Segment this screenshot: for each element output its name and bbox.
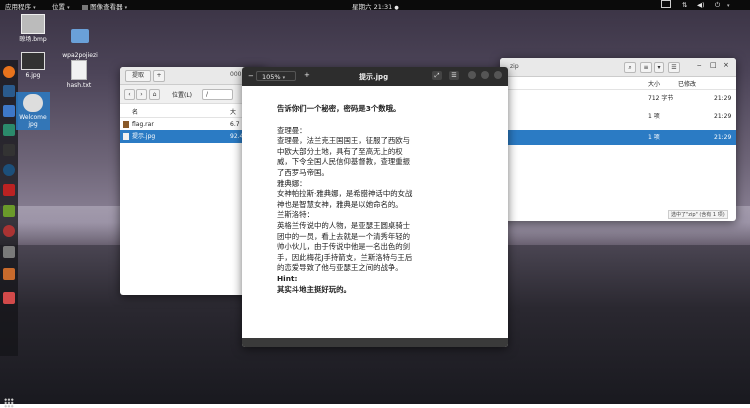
archive-file-icon	[123, 121, 129, 128]
archive-manager-icon[interactable]	[3, 268, 15, 280]
files-icon[interactable]	[3, 85, 15, 97]
power-icon[interactable]: ⏻	[715, 1, 720, 10]
chevron-down-icon: ▾	[33, 5, 36, 11]
menu-button[interactable]: ☰	[668, 62, 680, 73]
leafpad-icon[interactable]	[3, 205, 15, 217]
col-size-header[interactable]: 大小	[648, 79, 660, 88]
close-icon[interactable]	[494, 71, 502, 79]
content-paragraph: 英格兰传说中的人物，是亚瑟王圆桌骑士团中的一员，看上去就是一个清秀年轻的帅小伙儿…	[277, 220, 413, 273]
desktop-file-welcome-jpg[interactable]: Welcome jpg	[16, 92, 50, 130]
armitage-icon[interactable]	[3, 124, 15, 136]
location-label: 位置(L)	[172, 92, 193, 99]
search-button[interactable]: ⌕	[624, 62, 636, 73]
volume-icon[interactable]: ◀)	[697, 1, 705, 9]
clock[interactable]: 星期六 21:31 ●	[352, 1, 399, 11]
minimize-icon[interactable]: ‒	[697, 61, 701, 69]
table-row[interactable]: 712 字节 21:29	[500, 92, 736, 105]
view-options-button[interactable]: ▾	[654, 62, 664, 73]
image-file-icon	[123, 133, 129, 140]
cherrytree-icon[interactable]	[3, 225, 15, 237]
meme-thumbnail-icon	[23, 94, 43, 112]
burpsuite-icon[interactable]	[3, 164, 15, 176]
path-field[interactable]: /	[202, 89, 233, 100]
col-modified-header[interactable]: 已修改	[678, 79, 696, 88]
metasploit-icon[interactable]	[3, 105, 15, 117]
fullscreen-button[interactable]: ⤢	[432, 71, 442, 80]
network-icon[interactable]: ⇅	[682, 1, 687, 9]
home-button[interactable]: ⌂	[149, 89, 160, 100]
content-paragraph: 兰斯洛特：	[277, 210, 314, 220]
column-headers: 大小 已修改	[500, 77, 736, 90]
viewer-app-icon	[82, 5, 88, 10]
status-bar: 选中了"zip" (含有 1 项)	[668, 210, 728, 219]
content-paragraph: 女神帕拉斯·雅典娜，是希腊神话中的女战神也是智慧女神，雅典是以她命名的。	[277, 189, 413, 209]
desktop-file-6-jpg[interactable]: 6.jpg	[20, 52, 46, 79]
power-menu-chevron-icon[interactable]: ▾	[727, 1, 730, 9]
table-row-selected[interactable]: 1 项 21:29	[500, 130, 736, 145]
image-thumbnail-icon	[21, 52, 45, 70]
menu-button[interactable]: ☰	[449, 71, 459, 80]
add-button[interactable]: +	[153, 70, 165, 82]
content-paragraph: 查理曼：	[277, 125, 307, 135]
display-icon[interactable]	[661, 0, 671, 10]
desktop-file-hash-txt[interactable]: hash.txt	[64, 60, 94, 89]
applications-menu[interactable]: 应用程序 ▾	[5, 1, 36, 11]
window-title: 提示.jpg	[359, 73, 389, 81]
maximize-icon[interactable]	[481, 71, 489, 79]
folder-icon	[71, 29, 89, 43]
col-name-header[interactable]: 名	[132, 107, 138, 116]
image-thumbnail-icon	[21, 14, 45, 34]
terminal-icon[interactable]	[3, 144, 15, 156]
chevron-down-icon: ▾	[124, 5, 128, 11]
chevron-down-icon: ▾	[67, 5, 70, 11]
content-paragraph: 告诉你们一个秘密，密码是3个数哦。	[277, 104, 401, 113]
zoom-out-icon[interactable]: −	[248, 72, 254, 80]
text-file-icon	[71, 60, 87, 80]
table-row[interactable]: 1 项 21:29	[500, 110, 736, 123]
extract-button[interactable]: 提取	[125, 70, 151, 82]
close-icon[interactable]: ×	[723, 61, 729, 69]
content-paragraph: Hint:	[277, 273, 298, 283]
list-view-button[interactable]: ≡	[640, 62, 652, 73]
image-content: 告诉你们一个秘密，密码是3个数哦。 查理曼： 查理曼，法兰克王国国王，征服了西欧与中…	[277, 104, 417, 295]
files-header-bar: zip ⌕ ≡ ▾ ☰ ‒ □ ×	[500, 58, 736, 77]
content-paragraph: 查理曼，法兰克王国国王，征服了西欧与中欧大部分土地，具有了至高无上的权威，下令全…	[277, 136, 411, 177]
back-button[interactable]: ‹	[124, 89, 135, 100]
zoom-level-field[interactable]: 105% ▾	[256, 71, 296, 81]
app-icon[interactable]	[3, 292, 15, 304]
zoom-in-icon[interactable]: +	[304, 71, 310, 79]
viewer-bottom-bar	[242, 338, 508, 347]
settings-icon[interactable]	[3, 246, 15, 258]
file-manager-window: zip ⌕ ≡ ▾ ☰ ‒ □ × 大小 已修改 712 字节 21:29 1 …	[500, 58, 736, 221]
window-title: 000	[230, 71, 242, 78]
maximize-icon[interactable]: □	[710, 61, 717, 69]
faraday-icon[interactable]	[3, 184, 15, 196]
viewer-header-bar: − 105% ▾ + 提示.jpg ⤢ ☰	[242, 67, 508, 86]
image-viewer-window: − 105% ▾ + 提示.jpg ⤢ ☰ 告诉你们一个秘密，密码是3个数哦。查…	[242, 67, 508, 347]
minimize-icon[interactable]	[468, 71, 476, 79]
forward-button[interactable]: ›	[136, 89, 147, 100]
content-paragraph: 其实斗地主挺好玩的。	[277, 284, 351, 294]
col-size-header[interactable]: 大	[230, 107, 236, 116]
path-segment[interactable]: zip	[510, 63, 519, 70]
desktop-file-bmp[interactable]: 晾场.bmp	[18, 14, 48, 43]
content-paragraph: 雅典娜：	[277, 178, 307, 188]
top-bar: 应用程序 ▾ 位置 ▾ 图像查看器 ▾ 星期六 21:31 ● ⇅ ◀) ⏻ ▾	[0, 0, 750, 11]
places-menu[interactable]: 位置 ▾	[52, 1, 70, 11]
firefox-icon[interactable]	[3, 66, 15, 78]
show-applications-icon[interactable]	[4, 398, 14, 408]
active-app-menu[interactable]: 图像查看器 ▾	[82, 1, 127, 11]
